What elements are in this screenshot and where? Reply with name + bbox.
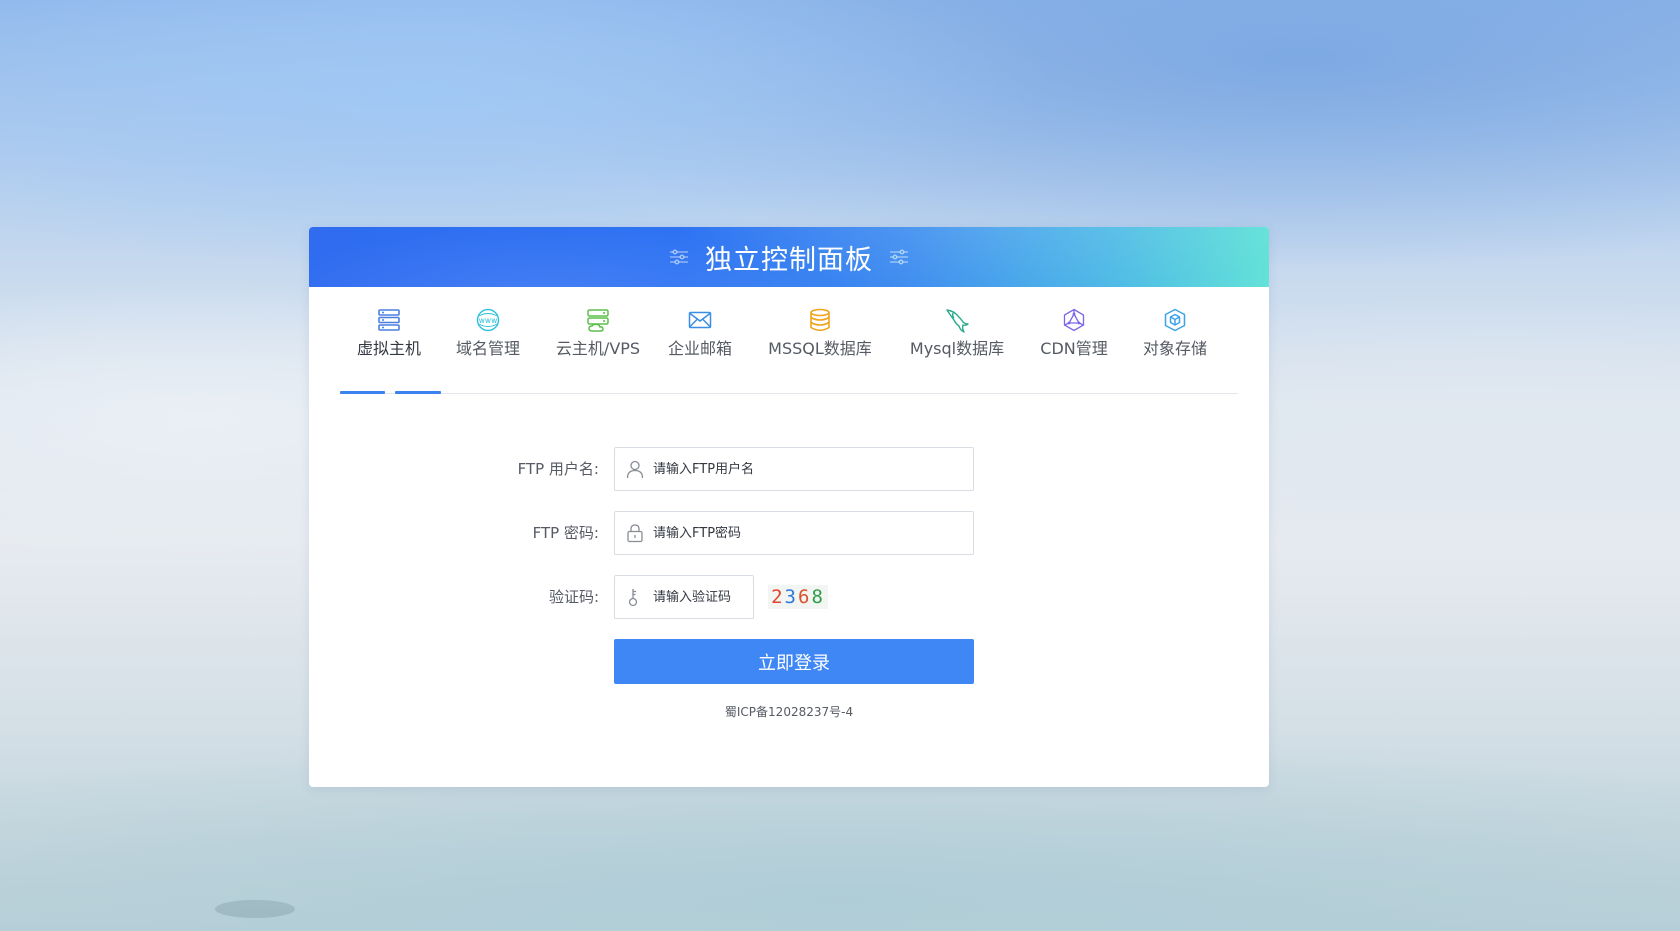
active-tab-indicator — [395, 391, 441, 394]
sliders-deco-icon — [890, 249, 908, 265]
user-icon — [626, 460, 644, 479]
tab-label: 企业邮箱 — [667, 339, 732, 358]
cdn-network-icon — [1063, 308, 1085, 332]
service-tabs: 虚拟主机 www 域名管理 云主机/VPS 企业邮箱 MSSQL数据库 Mysq… — [340, 287, 1238, 394]
tab-label: Mysql数据库 — [909, 339, 1005, 358]
tab-mssql[interactable]: MSSQL数据库 — [766, 307, 874, 373]
login-panel: 独立控制面板 虚拟主机 www 域名管理 云主机/VPS 企业邮箱 MSSQL数… — [309, 227, 1269, 787]
lock-icon — [627, 524, 643, 543]
username-label: FTP 用户名: — [517, 460, 599, 478]
captcha-image[interactable]: 2368 — [768, 585, 828, 609]
password-field[interactable] — [614, 511, 974, 555]
cloud-server-icon — [587, 309, 609, 332]
password-row: FTP 密码: — [309, 511, 1269, 555]
tab-cloud-vps[interactable]: 云主机/VPS — [550, 307, 646, 373]
tab-label: CDN管理 — [1040, 339, 1108, 358]
icp-record[interactable]: 蜀ICP备12028237号-4 — [309, 703, 1269, 720]
login-button[interactable]: 立即登录 — [614, 639, 974, 684]
captcha-char: 6 — [798, 586, 812, 608]
tab-label: 域名管理 — [455, 339, 520, 358]
cube-storage-icon — [1164, 308, 1186, 332]
tab-virtual-host[interactable]: 虚拟主机 — [354, 307, 424, 373]
password-input[interactable] — [653, 525, 973, 541]
password-label: FTP 密码: — [532, 524, 599, 542]
svg-text:www: www — [479, 316, 497, 325]
database-icon — [810, 308, 830, 332]
username-field[interactable] — [614, 447, 974, 491]
tab-label: 云主机/VPS — [555, 339, 641, 358]
server-icon — [378, 309, 400, 331]
mysql-dolphin-icon — [946, 309, 969, 333]
tab-domain[interactable]: www 域名管理 — [453, 307, 523, 373]
tab-label: 对象存储 — [1142, 339, 1207, 358]
panel-header: 独立控制面板 — [309, 227, 1269, 287]
captcha-row: 验证码: 2368 — [309, 575, 1269, 619]
mail-icon — [688, 311, 712, 329]
captcha-char: 3 — [784, 586, 798, 608]
captcha-char: 8 — [811, 586, 825, 608]
tab-object-storage[interactable]: 对象存储 — [1140, 307, 1210, 373]
captcha-label: 验证码: — [548, 588, 599, 606]
tab-cdn[interactable]: CDN管理 — [1038, 307, 1110, 373]
key-icon — [628, 589, 638, 607]
sliders-deco-icon — [670, 249, 688, 265]
captcha-field[interactable] — [614, 575, 754, 619]
username-input[interactable] — [653, 461, 973, 477]
active-tab-indicator — [340, 391, 385, 394]
tab-enterprise-mail[interactable]: 企业邮箱 — [665, 307, 735, 373]
captcha-char: 2 — [771, 586, 785, 608]
captcha-input[interactable] — [653, 589, 753, 605]
tab-mysql[interactable]: Mysql数据库 — [907, 307, 1007, 373]
panel-title: 独立控制面板 — [705, 244, 873, 276]
username-row: FTP 用户名: — [309, 447, 1269, 491]
tab-label: MSSQL数据库 — [768, 339, 872, 358]
www-globe-icon: www — [476, 308, 500, 332]
tab-label: 虚拟主机 — [356, 339, 421, 358]
background-water-shadow — [215, 900, 295, 918]
